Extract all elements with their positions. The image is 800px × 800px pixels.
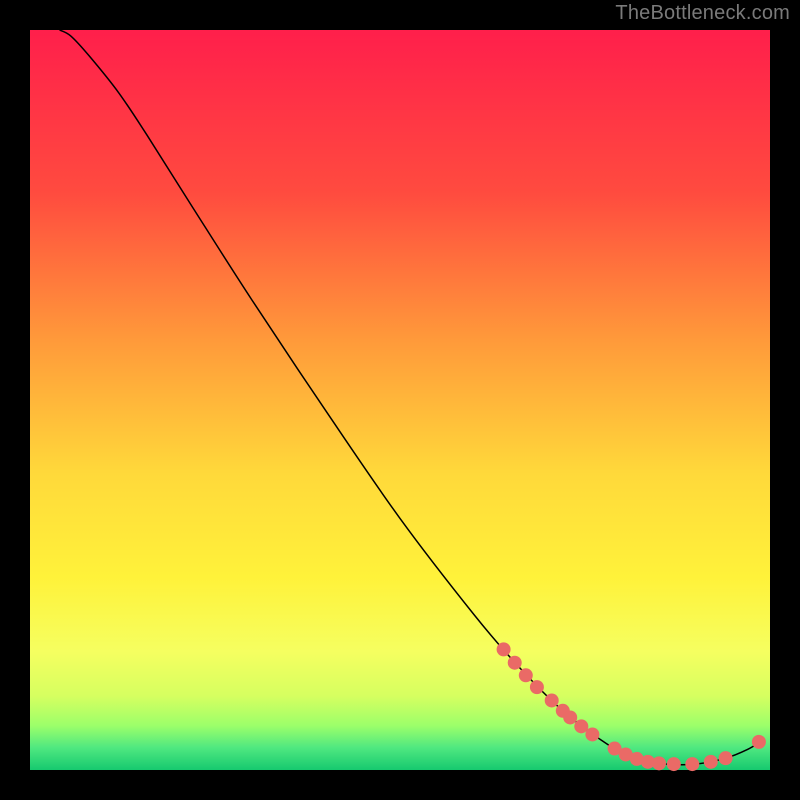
highlighted-point <box>545 693 559 707</box>
highlighted-point <box>685 757 699 771</box>
highlighted-point <box>667 757 681 771</box>
highlighted-point <box>530 680 544 694</box>
highlighted-point <box>519 668 533 682</box>
bottleneck-chart <box>0 0 800 800</box>
chart-root: TheBottleneck.com <box>0 0 800 800</box>
highlighted-point <box>752 735 766 749</box>
highlighted-point <box>585 727 599 741</box>
highlighted-point <box>508 656 522 670</box>
watermark-text: TheBottleneck.com <box>615 2 790 25</box>
highlighted-point <box>652 756 666 770</box>
plot-background <box>30 30 770 770</box>
highlighted-point <box>719 751 733 765</box>
highlighted-point <box>704 755 718 769</box>
highlighted-point <box>497 642 511 656</box>
highlighted-point <box>563 710 577 724</box>
